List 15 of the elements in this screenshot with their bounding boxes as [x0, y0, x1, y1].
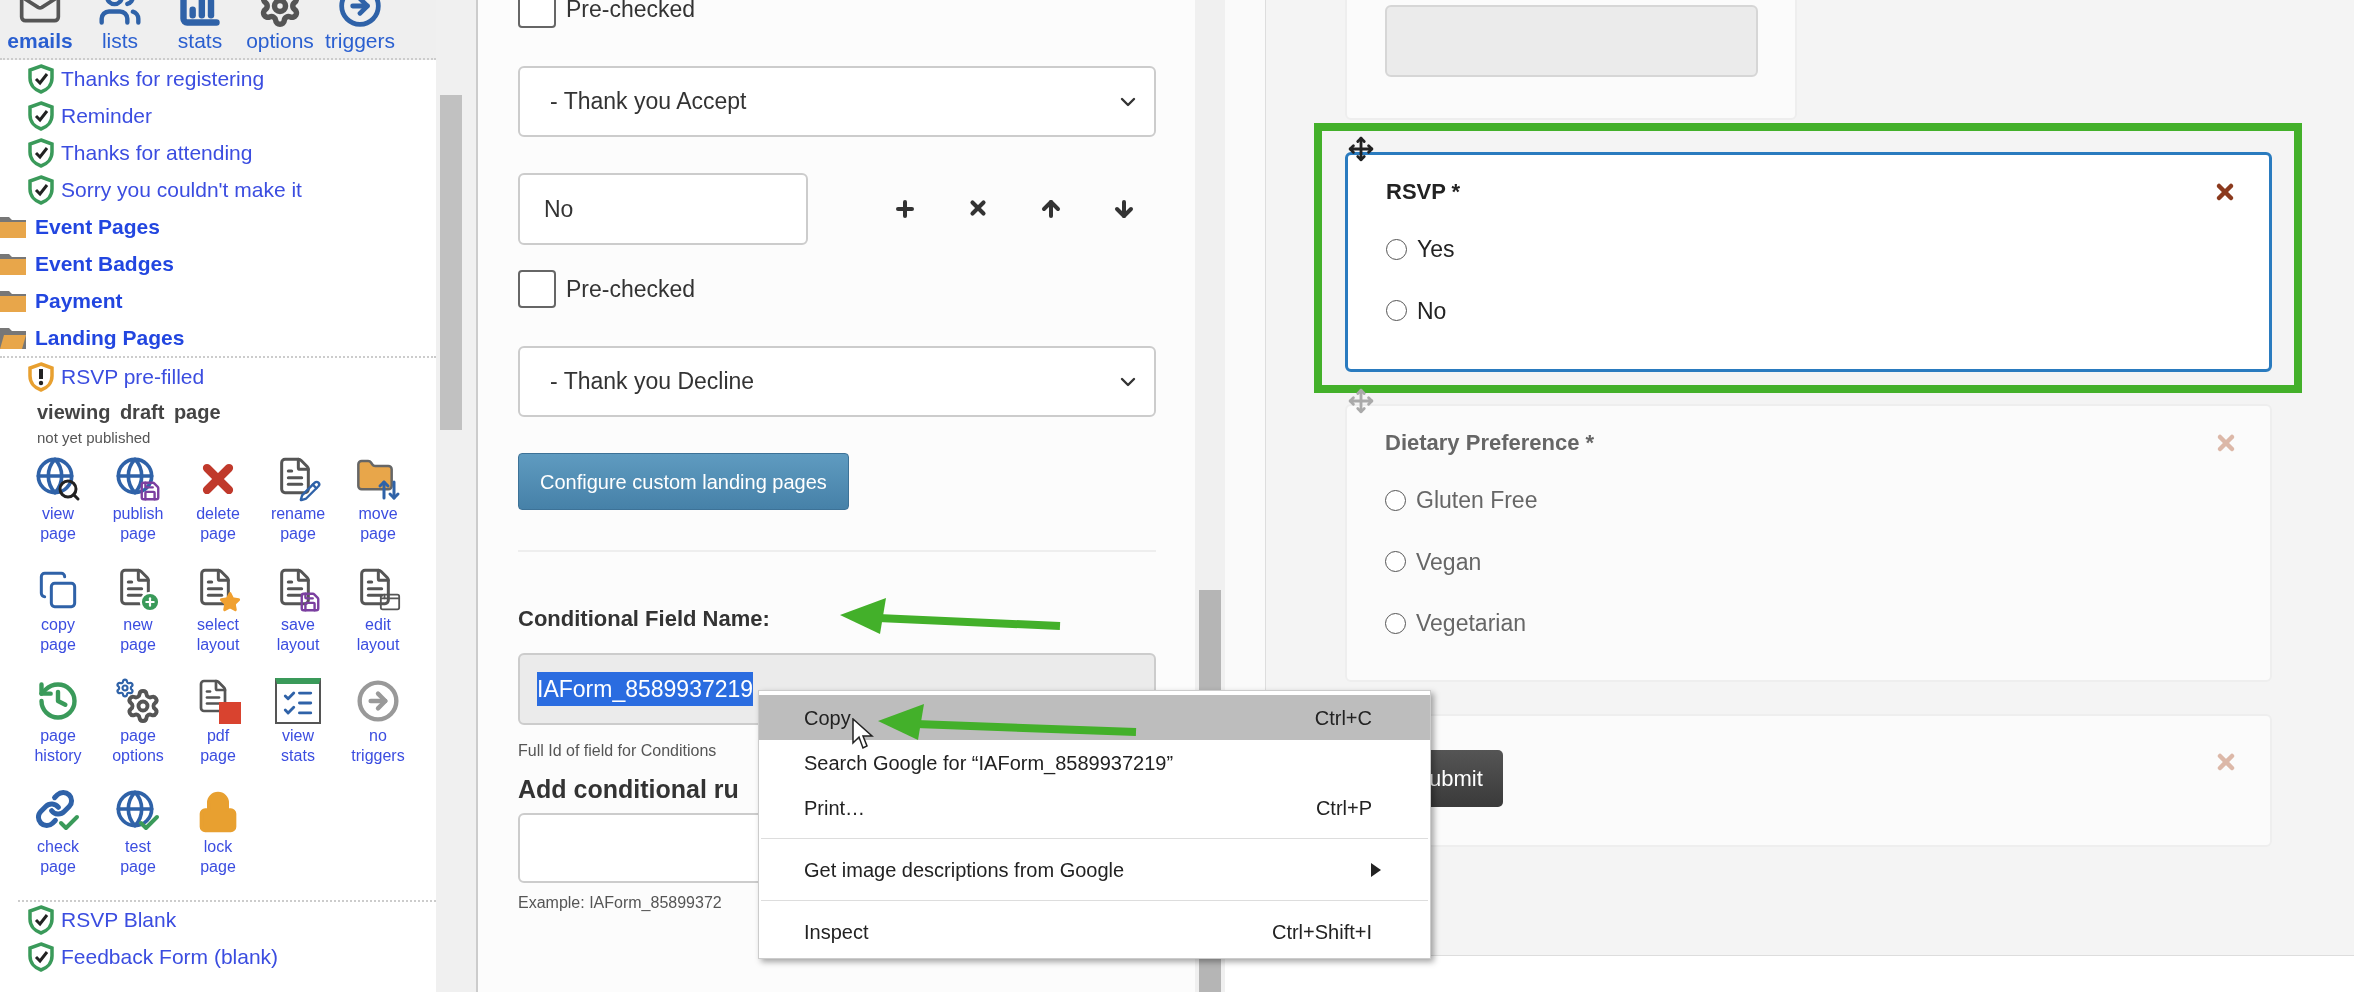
field-title: Dietary Preference *	[1385, 429, 1596, 457]
option-label: Yes	[1417, 235, 1455, 264]
section-heading: Add conditional ru	[518, 774, 739, 805]
option-label: Vegan	[1416, 547, 1482, 577]
page-heading: viewing draft page	[36, 400, 222, 425]
checkbox-label: Pre-checked	[566, 274, 696, 304]
field-label: Conditional Field Name:	[518, 605, 770, 633]
checkbox-label: Pre-checked	[566, 0, 696, 24]
option-label: No	[1417, 296, 1447, 326]
field-title: RSVP *	[1386, 178, 1462, 206]
page-status: not yet published	[36, 428, 152, 448]
option-label: Gluten Free	[1416, 486, 1538, 515]
field-hint: Full Id of field for Conditions	[518, 741, 717, 761]
option-label: Vegetarian	[1416, 609, 1526, 638]
example-text: Example: IAForm_85899372	[518, 892, 722, 913]
